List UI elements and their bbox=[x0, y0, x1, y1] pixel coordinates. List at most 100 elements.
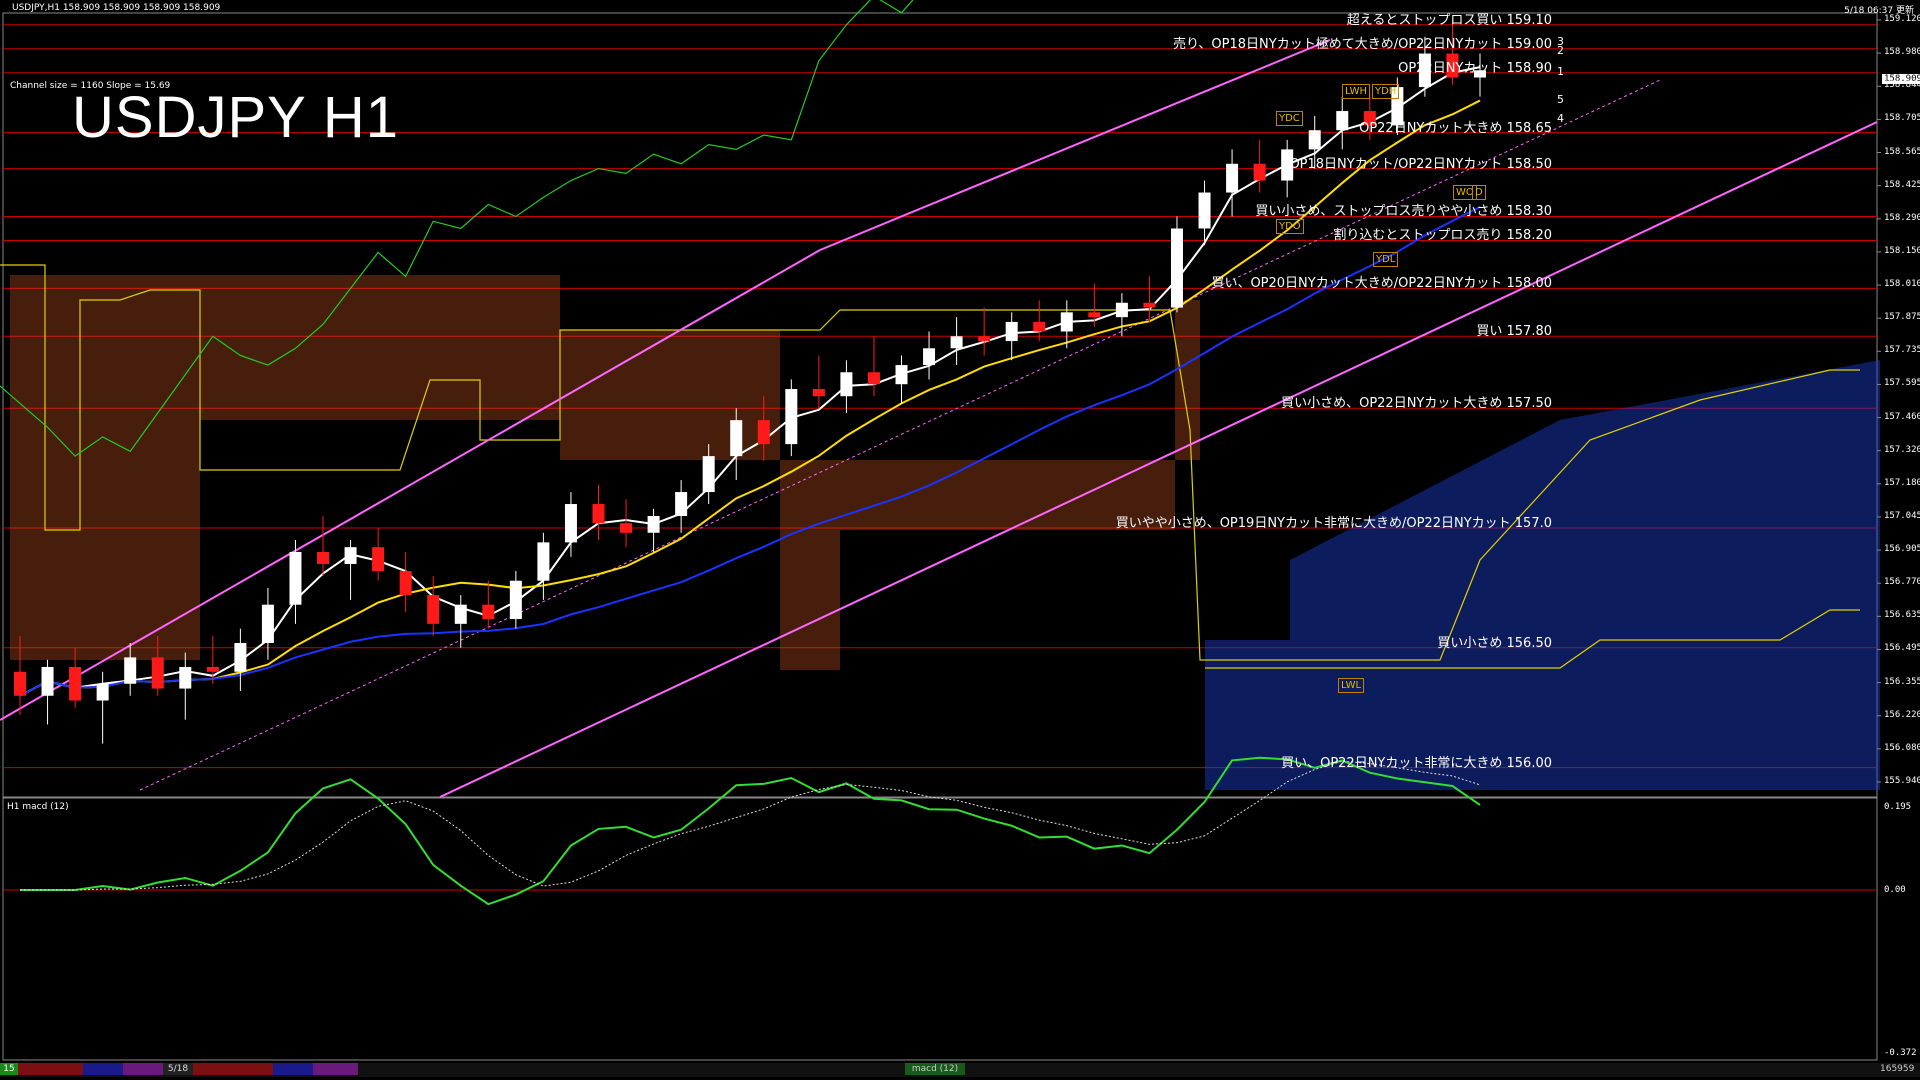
candle-body bbox=[289, 551, 302, 605]
candle-body bbox=[317, 551, 330, 564]
y-tick-label: 156.080 bbox=[1884, 742, 1920, 753]
box-label: LWL bbox=[1338, 678, 1365, 693]
candle-body bbox=[261, 604, 274, 644]
candle-body bbox=[647, 516, 660, 533]
candle-body bbox=[1170, 228, 1183, 308]
y-tick-label: 158.844 bbox=[1884, 80, 1920, 91]
candle-body bbox=[509, 580, 522, 620]
candle-body bbox=[372, 547, 385, 572]
tab-segment-2[interactable] bbox=[83, 1063, 123, 1075]
y-tick-label: 158.980 bbox=[1884, 47, 1920, 58]
y-tick-label: 157.735 bbox=[1884, 345, 1920, 356]
y-tick-label: 157.180 bbox=[1884, 477, 1920, 488]
y-tick-label: 159.120 bbox=[1884, 14, 1920, 24]
y-tick-label: 156.770 bbox=[1884, 577, 1920, 588]
candle-body bbox=[1198, 192, 1211, 229]
tab-date[interactable]: 5/18 bbox=[163, 1063, 193, 1075]
y-tick-label: 157.320 bbox=[1884, 444, 1920, 455]
macd-tick-top: 0.195 bbox=[1884, 802, 1912, 812]
chart-title: USDJPY H1 bbox=[72, 85, 400, 150]
y-tick-label: 155.940 bbox=[1884, 776, 1920, 786]
level-label: 買いやや小さめ、OP19日NYカット非常に大きめ/OP22日NYカット 157.… bbox=[1115, 516, 1552, 531]
level-label: 買い小さめ 156.50 bbox=[1437, 635, 1552, 651]
candle-body bbox=[840, 372, 853, 397]
candle-body bbox=[344, 547, 357, 564]
level-label: 買い小さめ、ストップロス売りやや小さめ 158.30 bbox=[1255, 204, 1552, 220]
candle-body bbox=[399, 571, 412, 596]
candle-body bbox=[96, 683, 109, 701]
tab-period[interactable]: 15 bbox=[0, 1063, 18, 1075]
candle-body bbox=[41, 666, 54, 696]
candle-body bbox=[978, 336, 991, 342]
fib-number-label: 4 bbox=[1557, 112, 1564, 125]
level-label: OP22日NYカット大きめ 158.65 bbox=[1359, 120, 1552, 136]
candle-body bbox=[1088, 312, 1101, 318]
candle-body bbox=[867, 372, 880, 385]
candle-body bbox=[950, 336, 963, 349]
box-label: YDL bbox=[1373, 252, 1399, 267]
y-tick-label: 156.355 bbox=[1884, 676, 1920, 687]
candle-body bbox=[1253, 163, 1266, 181]
level-label: 割り込むとストップロス売り 158.20 bbox=[1333, 228, 1552, 244]
tab-segment-3[interactable] bbox=[123, 1063, 163, 1075]
candle-body bbox=[923, 348, 936, 366]
box-label: YDO bbox=[1276, 219, 1304, 234]
candle-body bbox=[812, 389, 825, 397]
level-label: 買い、OP20日NYカット大きめ/OP22日NYカット 158.00 bbox=[1211, 276, 1552, 292]
bottom-bar: 15 5/18 macd (12) 165959 bbox=[0, 1063, 1920, 1077]
level-label: OP18日NYカット/OP22日NYカット 158.50 bbox=[1289, 156, 1552, 172]
candle-body bbox=[730, 420, 743, 457]
tab-segment-5[interactable] bbox=[273, 1063, 313, 1075]
candle-body bbox=[69, 666, 82, 701]
macd-tick-bottom: -0.372 bbox=[1884, 1048, 1917, 1058]
y-tick-label: 156.495 bbox=[1884, 643, 1920, 654]
fib-number-label: 5 bbox=[1557, 93, 1564, 106]
fib-number-label: 1 bbox=[1557, 65, 1564, 78]
y-tick-label: 158.565 bbox=[1884, 146, 1920, 157]
candle-body bbox=[1033, 321, 1046, 332]
candle-body bbox=[482, 604, 495, 620]
y-tick-label: 158.150 bbox=[1884, 245, 1920, 256]
fib-number-label: 2 bbox=[1557, 44, 1564, 57]
macd-label: H1 macd (12) bbox=[7, 802, 69, 812]
level-label: 超えるとストップロス買い 159.10 bbox=[1346, 12, 1552, 28]
y-tick-label: 158.705 bbox=[1884, 113, 1920, 124]
y-tick-label: 158.290 bbox=[1884, 212, 1920, 223]
y-tick-label: 157.595 bbox=[1884, 378, 1920, 389]
y-tick-label: 158.425 bbox=[1884, 179, 1920, 190]
tab-segment-1[interactable] bbox=[18, 1063, 83, 1075]
y-tick-label: 157.045 bbox=[1884, 510, 1920, 521]
price-chart[interactable] bbox=[0, 0, 1920, 1080]
box-label: YDC bbox=[1276, 111, 1303, 126]
candle-body bbox=[785, 389, 798, 445]
level-label: 買い 157.80 bbox=[1476, 324, 1552, 340]
candle-body bbox=[454, 604, 467, 624]
candle-body bbox=[124, 657, 137, 684]
y-tick-label: 156.635 bbox=[1884, 610, 1920, 621]
candle-body bbox=[592, 504, 605, 524]
box-label: YDH bbox=[1372, 84, 1400, 99]
level-label: OP22日NYカット 158.90 bbox=[1398, 60, 1552, 76]
level-label: 買い小さめ、OP22日NYカット大きめ 157.50 bbox=[1281, 396, 1552, 412]
candle-body bbox=[427, 595, 440, 624]
candle-body bbox=[1060, 312, 1073, 332]
candle-body bbox=[179, 666, 192, 689]
box-label: D bbox=[1472, 185, 1486, 200]
tab-segment-6[interactable] bbox=[313, 1063, 358, 1075]
candle-body bbox=[14, 671, 26, 696]
symbol-info: USDJPY,H1 158.909 158.909 158.909 158.90… bbox=[12, 3, 221, 13]
candle-body bbox=[1226, 163, 1239, 193]
tab-segment-4[interactable] bbox=[193, 1063, 273, 1075]
y-tick-label: 156.905 bbox=[1884, 544, 1920, 555]
candle-body bbox=[1005, 321, 1018, 342]
tab-macd[interactable]: macd (12) bbox=[905, 1063, 965, 1075]
candle-body bbox=[895, 365, 908, 385]
y-tick-label: 158.010 bbox=[1884, 279, 1920, 290]
candle-body bbox=[620, 523, 633, 533]
y-tick-label: 157.875 bbox=[1884, 312, 1920, 323]
y-tick-label: 157.460 bbox=[1884, 411, 1920, 422]
candle-body bbox=[206, 666, 219, 672]
y-tick-label: 156.220 bbox=[1884, 709, 1920, 720]
candle-body bbox=[675, 492, 688, 517]
macd-tick-zero: 0.00 bbox=[1884, 885, 1906, 895]
